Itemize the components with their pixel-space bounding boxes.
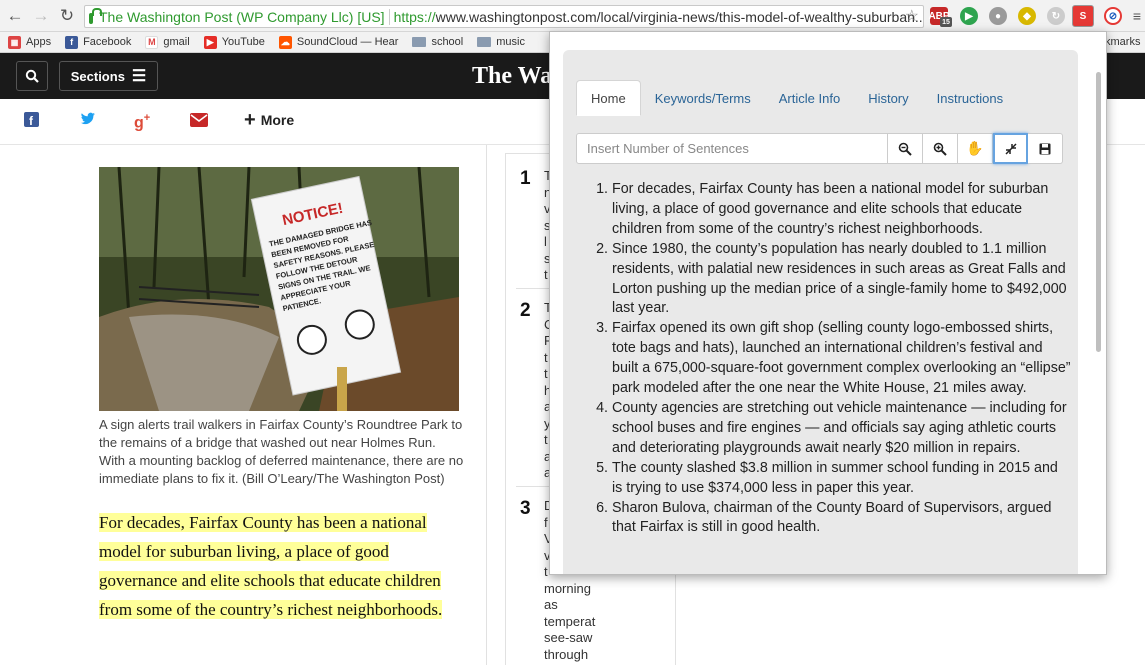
bookmark-folder-music[interactable]: music (477, 36, 525, 48)
search-icon (25, 69, 39, 83)
save-button[interactable] (1028, 133, 1063, 164)
bookmark-soundcloud[interactable]: ☁ SoundCloud — Hear (278, 35, 398, 49)
twitter-share-icon[interactable] (80, 112, 96, 130)
tab-keywords[interactable]: Keywords/Terms (641, 80, 765, 116)
summary-sentence: The county slashed $3.8 million in summe… (612, 459, 1071, 499)
url-protocol: https:// (393, 8, 436, 25)
other-bookmarks[interactable]: kmarks (1105, 36, 1140, 48)
adblock-badge: 15 (940, 17, 952, 27)
floppy-disk-icon (1039, 143, 1051, 154)
summarizer-popup: Home Keywords/Terms Article Info History… (549, 31, 1107, 575)
zoom-out-icon (898, 142, 912, 156)
youtube-icon: ▶ (203, 35, 217, 49)
refresh-extension-icon[interactable]: ↻ (1047, 7, 1065, 25)
lock-icon (89, 8, 102, 24)
forward-icon[interactable]: → (30, 5, 52, 27)
gmail-icon: M (145, 35, 159, 49)
popup-tabs: Home Keywords/Terms Article Info History… (576, 80, 1017, 116)
summary-sentence: County agencies are stretching out vehic… (612, 399, 1071, 459)
address-bar[interactable]: The Washington Post (WP Company Llc) [US… (84, 5, 924, 28)
column-divider (486, 145, 487, 665)
facebook-icon: f (65, 35, 79, 49)
most-read-number: 3 (520, 498, 531, 519)
back-icon[interactable]: ← (4, 5, 26, 27)
email-share-icon[interactable] (190, 112, 208, 132)
zoom-in-icon (933, 142, 947, 156)
sentence-count-input[interactable] (576, 133, 888, 164)
hamburger-icon: ☰ (131, 68, 147, 85)
zoom-out-button[interactable] (888, 133, 923, 164)
sections-button[interactable]: Sections ☰ (59, 61, 158, 91)
plus-icon: + (244, 109, 256, 131)
bookmark-apps[interactable]: ▦ Apps (8, 35, 51, 49)
bookmark-gmail[interactable]: Mgmail (145, 35, 190, 49)
article-photo: NOTICE! THE DAMAGED BRIDGE HAS BEEN REMO… (99, 167, 459, 411)
sentence-controls: ✋ (576, 133, 1065, 164)
ev-certificate-label: The Washington Post (WP Company Llc) [US… (99, 8, 390, 25)
summary-sentence: Sharon Bulova, chairman of the County Bo… (612, 499, 1071, 539)
compress-icon (1004, 142, 1017, 155)
popup-panel: Home Keywords/Terms Article Info History… (563, 50, 1078, 574)
summarizer-extension-icon[interactable]: S (1072, 5, 1094, 27)
green-extension-icon[interactable]: ▶ (960, 7, 978, 25)
lightbulb-icon[interactable]: ● (989, 7, 1007, 25)
summary-list: For decades, Fairfax County has been a n… (576, 180, 1071, 574)
hand-icon: ✋ (966, 140, 984, 156)
tab-history[interactable]: History (854, 80, 922, 116)
search-button[interactable] (16, 61, 48, 91)
browser-toolbar: ← → ↻ The Washington Post (WP Company Ll… (0, 0, 1145, 32)
summary-sentence: Fairfax opened its own gift shop (sellin… (612, 319, 1071, 399)
tab-instructions[interactable]: Instructions (923, 80, 1017, 116)
folder-icon (412, 37, 427, 47)
tab-home[interactable]: Home (576, 80, 641, 116)
summary-sentence: Since 1980, the county’s population has … (612, 240, 1071, 320)
bookmark-folder-school[interactable]: school (412, 36, 463, 48)
most-read-number: 1 (520, 168, 531, 189)
bookmark-facebook[interactable]: f Facebook (65, 35, 131, 49)
block-extension-icon[interactable]: ⊘ (1104, 7, 1122, 25)
google-plus-share-icon[interactable]: g+ (134, 112, 150, 132)
url-text: www.washingtonpost.com/local/virginia-ne… (435, 8, 924, 25)
photo-caption: A sign alerts trail walkers in Fairfax C… (99, 417, 464, 486)
facebook-share-icon[interactable]: f (24, 112, 39, 132)
reload-icon[interactable]: ↻ (56, 5, 78, 27)
compress-button[interactable] (993, 133, 1028, 164)
tab-article-info[interactable]: Article Info (765, 80, 854, 116)
popup-scrollbar[interactable] (1096, 72, 1101, 352)
soundcloud-icon: ☁ (278, 35, 292, 49)
menu-icon[interactable]: ≡ (1128, 7, 1145, 25)
zoom-in-button[interactable] (923, 133, 958, 164)
hand-button[interactable]: ✋ (958, 133, 993, 164)
bookmark-star-icon[interactable]: ☆ (905, 6, 919, 26)
apps-grid-icon: ▦ (8, 35, 21, 49)
folder-icon (477, 37, 492, 47)
article-lead-paragraph: For decades, Fairfax County has been a n… (99, 513, 443, 619)
summary-sentence: For decades, Fairfax County has been a n… (612, 180, 1071, 240)
shield-extension-icon[interactable]: ◆ (1018, 7, 1036, 25)
more-share-button[interactable]: + More (244, 109, 294, 131)
most-read-number: 2 (520, 300, 531, 321)
bookmark-youtube[interactable]: ▶ YouTube (203, 35, 265, 49)
